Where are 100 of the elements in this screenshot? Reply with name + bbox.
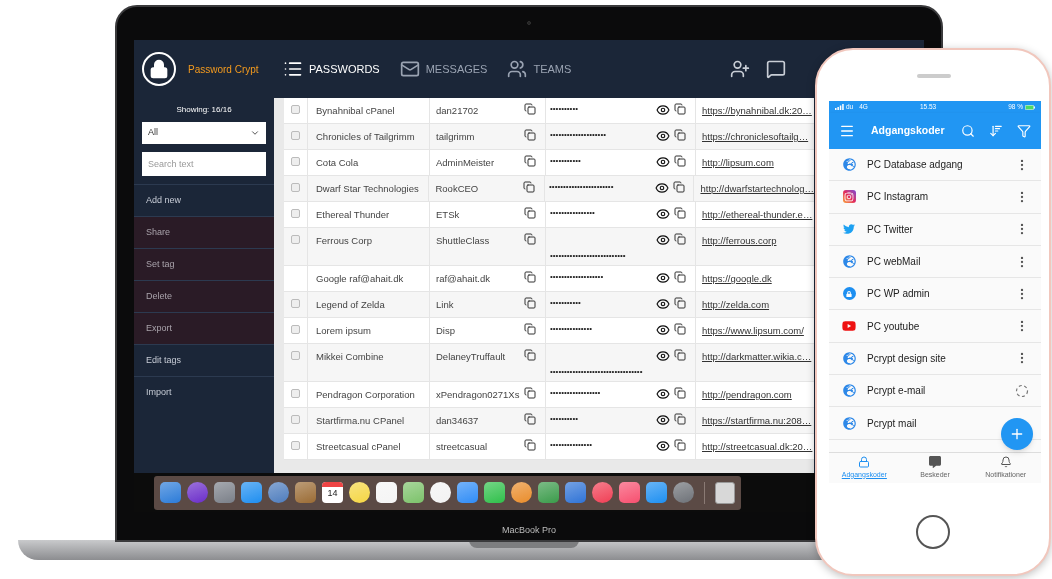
- nav-tab[interactable]: PASSWORDS: [283, 59, 380, 79]
- url-link[interactable]: https://bynahnibal.dk:20…: [702, 105, 812, 116]
- app-icon[interactable]: [538, 482, 559, 503]
- calendar-icon[interactable]: 14: [322, 482, 343, 503]
- search-icon[interactable]: [961, 124, 975, 138]
- downloads-stack-icon[interactable]: [715, 481, 735, 504]
- app-icon[interactable]: [484, 482, 505, 503]
- copy-icon[interactable]: [524, 129, 536, 141]
- row-checkbox[interactable]: [291, 351, 300, 360]
- app-icon[interactable]: [457, 482, 478, 503]
- eye-icon[interactable]: [656, 413, 670, 427]
- app-icon[interactable]: [619, 482, 640, 503]
- row-checkbox[interactable]: [291, 299, 300, 308]
- copy-icon[interactable]: [524, 413, 536, 425]
- eye-icon[interactable]: [656, 439, 670, 453]
- eye-icon[interactable]: [656, 155, 670, 169]
- users-icon: [507, 59, 528, 79]
- table-cell: DelaneyTruffault: [436, 351, 506, 362]
- copy-icon[interactable]: [674, 297, 686, 309]
- copy-icon[interactable]: [674, 439, 686, 451]
- table-cell: streetcasual: [436, 441, 488, 452]
- copy-icon[interactable]: [524, 323, 536, 335]
- password-dots: ••••••••••••••••••: [550, 387, 601, 399]
- copy-icon[interactable]: [674, 323, 686, 335]
- eye-icon[interactable]: [656, 233, 670, 247]
- eye-icon[interactable]: [656, 271, 670, 285]
- url-link[interactable]: http://darkmatter.wikia.c…: [702, 351, 812, 362]
- row-checkbox[interactable]: [291, 441, 300, 450]
- copy-icon[interactable]: [524, 233, 536, 245]
- copy-icon[interactable]: [674, 207, 686, 219]
- eye-icon[interactable]: [656, 207, 670, 221]
- row-checkbox[interactable]: [291, 105, 300, 114]
- table-cell: Dwarf Star Technologies: [315, 183, 419, 194]
- chat-icon[interactable]: [766, 59, 786, 79]
- copy-icon[interactable]: [524, 297, 536, 309]
- copy-icon[interactable]: [674, 129, 686, 141]
- row-checkbox[interactable]: [291, 157, 300, 166]
- url-link[interactable]: https://startfirma.nu:208…: [702, 415, 812, 426]
- copy-icon[interactable]: [674, 387, 686, 399]
- row-checkbox[interactable]: [290, 183, 300, 192]
- filter-icon[interactable]: [1017, 124, 1031, 138]
- copy-icon[interactable]: [524, 155, 536, 167]
- table-cell: Ethereal Thunder: [316, 209, 390, 220]
- copy-icon[interactable]: [672, 181, 685, 193]
- eye-icon[interactable]: [656, 103, 670, 117]
- app-icon[interactable]: [160, 482, 181, 503]
- url-link[interactable]: https://www.lipsum.com/: [702, 325, 804, 336]
- url-link[interactable]: https://chroniclesoftailg…: [702, 131, 809, 142]
- row-checkbox[interactable]: [291, 389, 300, 398]
- row-checkbox[interactable]: [291, 415, 300, 424]
- app-icon[interactable]: [646, 482, 667, 503]
- url-link[interactable]: http://streetcasual.dk:20…: [702, 441, 813, 452]
- url-link[interactable]: https://google.dk: [702, 273, 772, 284]
- copy-icon[interactable]: [674, 155, 686, 167]
- eye-icon[interactable]: [654, 181, 669, 195]
- row-checkbox[interactable]: [291, 131, 300, 140]
- copy-icon[interactable]: [674, 413, 686, 425]
- nav-tab[interactable]: MESSAGES: [399, 59, 488, 79]
- row-checkbox[interactable]: [291, 209, 300, 218]
- url-link[interactable]: http://lipsum.com: [702, 157, 774, 168]
- url-link[interactable]: http://dwarfstartechnolog…: [700, 183, 814, 194]
- copy-icon[interactable]: [523, 181, 536, 193]
- nav-tab[interactable]: TEAMS: [507, 59, 572, 79]
- eye-icon[interactable]: [656, 387, 670, 401]
- sort-icon[interactable]: [989, 124, 1003, 138]
- app-icon[interactable]: [376, 482, 397, 503]
- url-link[interactable]: http://zelda.com: [702, 299, 770, 310]
- app-icon[interactable]: [403, 482, 424, 503]
- home-button[interactable]: [916, 515, 950, 549]
- add-user-icon[interactable]: [730, 59, 750, 79]
- search-field[interactable]: Search text: [142, 152, 266, 176]
- app-icon[interactable]: [511, 482, 532, 503]
- copy-icon[interactable]: [674, 233, 686, 245]
- copy-icon[interactable]: [524, 439, 536, 451]
- url-link[interactable]: http://ethereal-thunder.e…: [702, 209, 813, 220]
- app-icon[interactable]: [430, 482, 451, 503]
- table-cell: Lorem ipsum: [316, 325, 371, 336]
- copy-icon[interactable]: [674, 103, 686, 115]
- row-checkbox[interactable]: [291, 325, 300, 334]
- filter-select[interactable]: All: [142, 122, 266, 144]
- eye-icon[interactable]: [656, 297, 670, 311]
- copy-icon[interactable]: [524, 103, 536, 115]
- menu-icon[interactable]: [839, 123, 855, 139]
- app-icon[interactable]: [349, 482, 370, 503]
- eye-icon[interactable]: [656, 349, 670, 363]
- copy-icon[interactable]: [524, 387, 536, 399]
- copy-icon[interactable]: [524, 271, 536, 283]
- copy-icon[interactable]: [674, 271, 686, 283]
- copy-icon[interactable]: [674, 349, 686, 361]
- row-checkbox[interactable]: [291, 235, 300, 244]
- app-icon[interactable]: [268, 482, 289, 503]
- eye-icon[interactable]: [656, 129, 670, 143]
- eye-icon[interactable]: [656, 323, 670, 337]
- url-link[interactable]: http://ferrous.corp: [702, 235, 777, 246]
- add-button[interactable]: [1001, 418, 1033, 450]
- app-icon[interactable]: [241, 482, 262, 503]
- url-link[interactable]: http://pendragon.com: [702, 389, 792, 400]
- copy-icon[interactable]: [524, 207, 536, 219]
- app-icon[interactable]: [214, 482, 235, 503]
- copy-icon[interactable]: [524, 349, 536, 361]
